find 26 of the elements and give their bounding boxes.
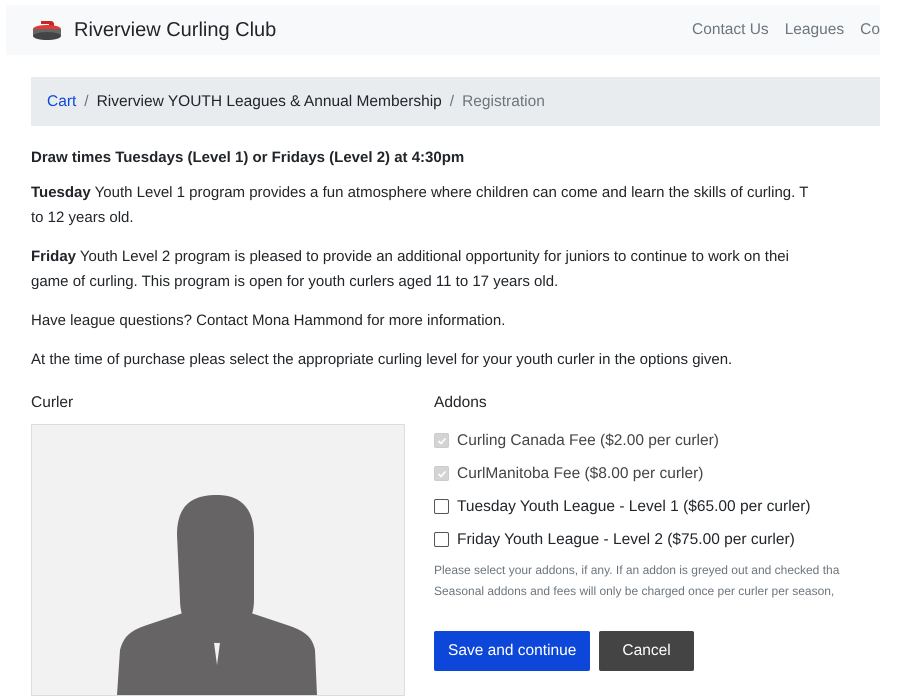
breadcrumb-link[interactable]: Riverview YOUTH Leagues & Annual Membership xyxy=(96,92,442,110)
breadcrumb-separator: / xyxy=(84,92,89,110)
curling-stone-icon xyxy=(32,19,62,41)
heading: Draw times Tuesdays (Level 1) or Fridays (Level 2) at 4:30pm xyxy=(31,149,466,166)
paragraph: Friday Youth Level 2 program is pleased to provide an additional opportunity for juniors to continue to work on thei game of curling. This program is open for youth curlers aged 11 to 17 years old. xyxy=(31,247,790,292)
check-icon xyxy=(436,436,446,446)
brand-name[interactable]: Riverview Curling Club xyxy=(74,18,276,42)
addons-label: Addons xyxy=(434,394,488,412)
save-button[interactable]: Save and continue xyxy=(434,631,590,671)
check-icon xyxy=(436,468,446,478)
breadcrumb-link[interactable]: Cart xyxy=(47,92,76,110)
current-page-label: Registration xyxy=(462,92,545,110)
paragraph: Have league questions? Contact Mona Hammond for more information. xyxy=(31,311,506,331)
help-text: Please select your addons, if any. If an addon is greyed out and checked tha Seasonal addons and fees will only be charged once per curler per season, xyxy=(434,562,840,600)
paragraph: Tuesday Youth Level 1 program provides a fun atmosphere where children can come and learn the skills of curling. T to 12 years old. xyxy=(31,183,810,228)
curler-label: Curler xyxy=(31,394,74,412)
nav-link[interactable]: Co xyxy=(860,21,880,39)
nav-link[interactable]: Leagues xyxy=(784,21,844,39)
breadcrumb-separator: / xyxy=(450,92,454,110)
addon-checkbox: Curling Canada Fee ($2.00 per curler) xyxy=(434,424,880,457)
addon-checkbox[interactable]: Tuesday Youth League - Level 1 ($65.00 per curler) xyxy=(434,490,880,523)
addon-checkbox[interactable]: Friday Youth League - Level 2 ($75.00 per curler) xyxy=(434,523,880,556)
paragraph: At the time of purchase pleas select the appropriate curling level for your youth curler in the options given. xyxy=(31,350,734,370)
addon-checkbox: CurlManitoba Fee ($8.00 per curler) xyxy=(434,457,880,490)
nav-link[interactable]: Contact Us xyxy=(692,21,769,39)
cancel-button[interactable]: Cancel xyxy=(599,631,694,671)
